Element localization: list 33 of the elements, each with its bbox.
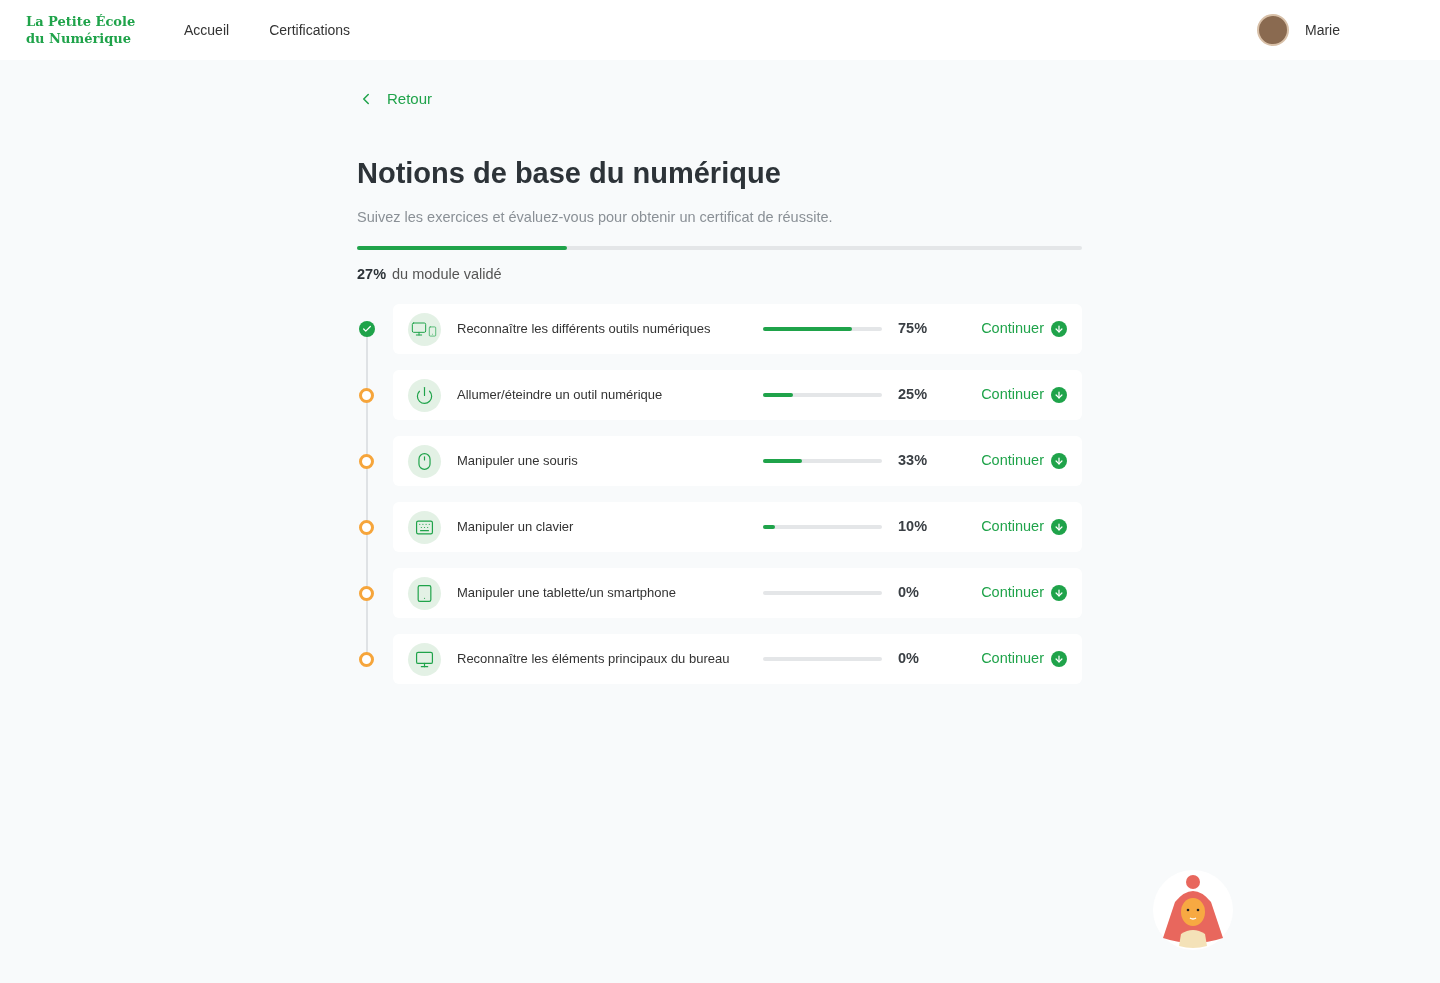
monitor-icon [408, 642, 441, 676]
module-percent: 27% [357, 265, 387, 285]
lesson-title[interactable]: Reconnaître les différents outils numériques [457, 319, 757, 339]
arrow-down-icon [1051, 387, 1067, 403]
lesson-percent: 33% [898, 451, 929, 471]
module-progress-label: du module validé [392, 265, 502, 285]
keyboard-icon [408, 510, 441, 544]
arrow-down-icon [1051, 651, 1067, 667]
user-name[interactable]: Marie [1305, 19, 1340, 41]
user-avatar[interactable] [1257, 14, 1289, 46]
arrow-down-icon [1051, 585, 1067, 601]
nav-link[interactable]: Certifications [269, 19, 351, 41]
lesson-title[interactable]: Manipuler une tablette/un smartphone [457, 583, 757, 603]
lesson-title[interactable]: Reconnaître les éléments principaux du bureau [457, 649, 757, 669]
power-icon [408, 378, 441, 412]
arrow-down-icon [1051, 453, 1067, 469]
monitor-phone-icon [408, 312, 441, 346]
mouse-icon [408, 444, 441, 478]
lesson-title[interactable]: Manipuler un clavier [457, 517, 757, 537]
page-subtitle: Suivez les exercices et évaluez-vous pour obtenir un certificat de réussite. [357, 207, 834, 227]
tablet-icon [408, 576, 441, 610]
nav-link[interactable]: Accueil [184, 19, 230, 41]
lesson-title[interactable]: Manipuler une souris [457, 451, 757, 471]
lesson-percent: 10% [898, 517, 929, 537]
lesson-percent: 75% [898, 319, 929, 339]
lesson-percent: 0% [898, 649, 920, 669]
page-title: Notions de base du numérique [357, 155, 782, 191]
assistant-character-drawing[interactable] [1153, 870, 1233, 950]
lesson-percent: 0% [898, 583, 920, 603]
arrow-down-icon [1051, 321, 1067, 337]
lesson-title[interactable]: Allumer/éteindre un outil numérique [457, 385, 757, 405]
arrow-down-icon [1051, 519, 1067, 535]
lesson-percent: 25% [898, 385, 929, 405]
